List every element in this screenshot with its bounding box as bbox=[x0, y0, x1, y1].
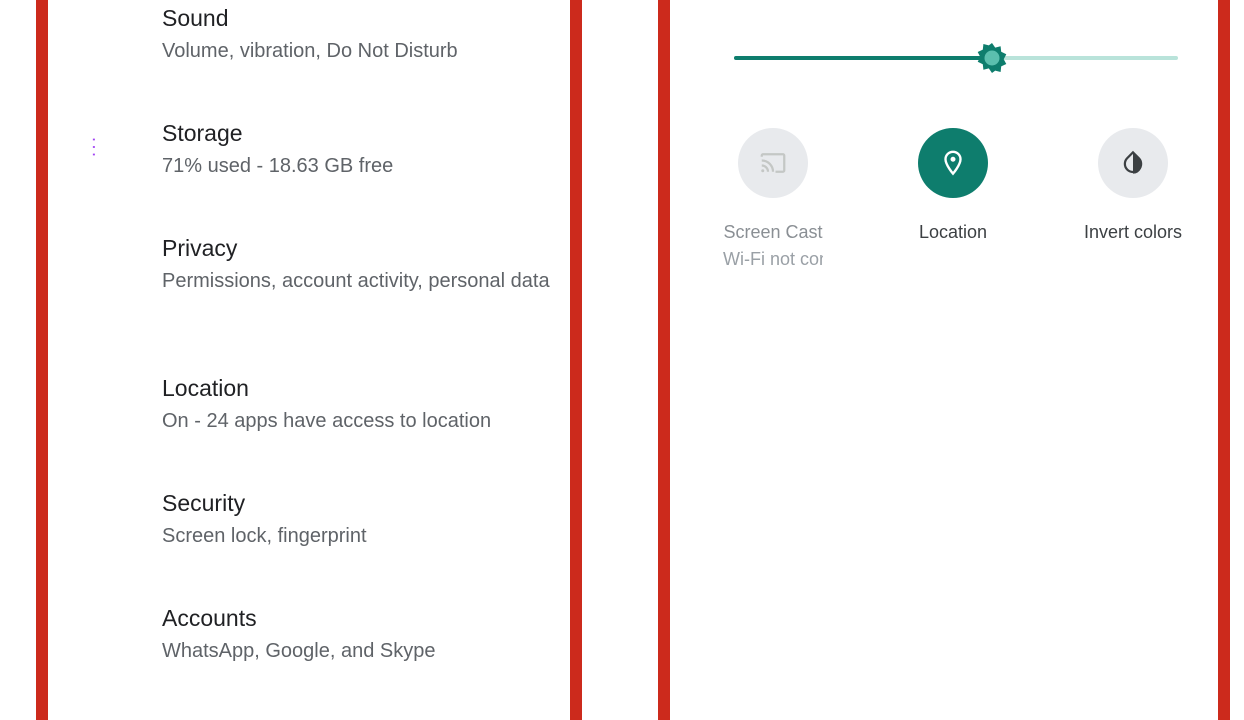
privacy-eye-icon bbox=[87, 252, 115, 273]
tile-label: Location bbox=[918, 222, 988, 242]
settings-item-title: Location bbox=[162, 375, 249, 401]
settings-item-title: Sound bbox=[162, 5, 229, 31]
quick-settings-panel: Screen Cast Wi-Fi not connected Location… bbox=[658, 0, 1230, 720]
account-box-icon bbox=[89, 620, 113, 644]
settings-item-subtitle: 71% used - 18.63 GB free bbox=[162, 155, 394, 177]
location-tile-circle[interactable] bbox=[918, 128, 988, 198]
brightness-slider-fill bbox=[734, 56, 992, 60]
privacy-icon-circle bbox=[72, 233, 130, 291]
unlocked-padlock-icon bbox=[91, 506, 111, 529]
tile-sublabel: Wi-Fi not connected bbox=[723, 249, 823, 269]
tile-invert-colors[interactable]: Invert colors bbox=[1048, 128, 1218, 243]
invert-colors-icon bbox=[1123, 150, 1143, 174]
settings-item-title: Storage bbox=[162, 120, 243, 146]
settings-item-title: Security bbox=[162, 490, 246, 516]
location-icon-circle bbox=[72, 373, 130, 431]
storage-icon-circle bbox=[72, 118, 130, 176]
storage-icon bbox=[91, 137, 111, 157]
settings-item-subtitle: Volume, vibration, Do Not Disturb bbox=[162, 40, 458, 62]
accounts-icon-circle bbox=[72, 603, 130, 661]
screen-cast-tile-circle[interactable] bbox=[738, 128, 808, 198]
settings-item-title: Privacy bbox=[162, 235, 238, 261]
settings-item-subtitle: Permissions, account activity, personal … bbox=[162, 270, 550, 292]
sound-icon-circle bbox=[72, 3, 130, 61]
tile-location[interactable]: Location bbox=[868, 128, 1038, 243]
security-icon-circle bbox=[72, 488, 130, 546]
settings-item-subtitle: On - 24 apps have access to location bbox=[162, 410, 492, 432]
cast-icon bbox=[760, 153, 786, 173]
tile-label: Invert colors bbox=[1083, 222, 1183, 242]
settings-item-subtitle: WhatsApp, Google, and Skype bbox=[162, 640, 436, 662]
settings-panel: Sound Volume, vibration, Do Not Disturb … bbox=[36, 0, 582, 720]
invert-colors-tile-circle[interactable] bbox=[1098, 128, 1168, 198]
settings-item-subtitle: Screen lock, fingerprint bbox=[162, 525, 367, 547]
location-pin-icon bbox=[944, 150, 962, 176]
settings-item-title: Accounts bbox=[162, 605, 257, 631]
brightness-thumb-icon[interactable] bbox=[974, 40, 1010, 76]
tile-label: Screen Cast bbox=[723, 222, 823, 242]
tile-screen-cast[interactable]: Screen Cast Wi-Fi not connected bbox=[688, 128, 858, 270]
location-pin-icon bbox=[92, 389, 110, 415]
volume-icon bbox=[91, 23, 113, 41]
